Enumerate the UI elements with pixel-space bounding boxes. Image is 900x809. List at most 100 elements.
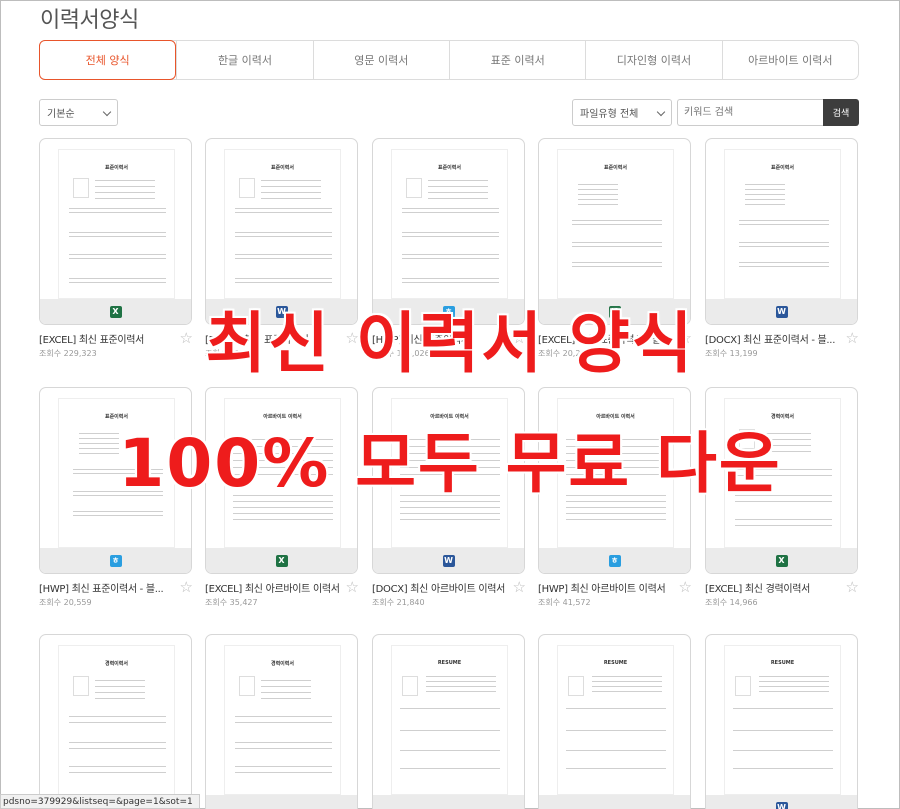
template-card[interactable]: 표준이력서 W [DOCX] 최신 표준이력서 - 블... ☆ 조회수 13,199 [705, 138, 859, 359]
template-card[interactable]: 아르바이트 이력서 ㅎ [HWP] 최신 아르바이트 이력서 ☆ 조회수 41,572 [538, 387, 692, 608]
document-preview: 아르바이트 이력서 [557, 398, 674, 548]
favorite-star-icon[interactable]: ☆ [513, 331, 526, 346]
search-button[interactable]: 검색 [823, 99, 859, 126]
favorite-star-icon[interactable]: ☆ [180, 331, 193, 346]
document-preview: 경력이력서 [58, 645, 175, 795]
template-thumbnail[interactable]: RESUME [538, 634, 691, 809]
document-preview-title: 경력이력서 [770, 414, 794, 420]
view-count: 조회수 13,199 [705, 348, 758, 358]
template-thumbnail[interactable]: 표준이력서 X [538, 138, 691, 325]
view-count: 조회수 115, [205, 348, 248, 358]
document-preview: RESUME [557, 645, 674, 795]
favorite-star-icon[interactable]: ☆ [679, 331, 692, 346]
template-card[interactable]: RESUME [372, 634, 525, 809]
favorite-star-icon[interactable]: ☆ [679, 580, 692, 595]
word-file-icon: W [275, 305, 288, 318]
excel-file-icon: X [109, 305, 122, 318]
category-tabs: 전체 양식 한글 이력서 영문 이력서 표준 이력서 디자인형 이력서 아르바이트 이력서 [39, 40, 859, 80]
template-title[interactable]: [DOCX] 최신 표준이력서 - 블... [705, 331, 841, 346]
template-thumbnail[interactable]: 표준이력서 X [39, 138, 192, 325]
document-preview: 표준이력서 [391, 149, 508, 299]
search-input[interactable] [677, 99, 824, 126]
document-preview-title: 표준이력서 [437, 165, 461, 171]
template-title[interactable]: [EXCEL] 최신 아르바이트 이력서 [205, 580, 341, 595]
view-count: 조회수 21,840 [372, 597, 425, 607]
template-thumbnail[interactable]: RESUME W [705, 634, 858, 809]
favorite-star-icon[interactable]: ☆ [346, 580, 359, 595]
excel-file-icon: X [275, 554, 288, 567]
filetype-bar: X [706, 548, 857, 573]
template-title[interactable]: [DOCX] 최신 표준이력서 [205, 331, 341, 346]
document-preview-title: 아르바이트 이력서 [430, 414, 469, 420]
document-preview: 아르바이트 이력서 [224, 398, 341, 548]
template-card[interactable]: RESUME W [705, 634, 858, 809]
document-preview-title: RESUME [603, 660, 628, 666]
view-count: 조회수 195,026 [372, 348, 430, 358]
view-count: 조회수 41,572 [538, 597, 591, 607]
favorite-star-icon[interactable]: ☆ [346, 331, 359, 346]
template-card[interactable]: 표준이력서 X [EXCEL] 최신 표준이력서 - 블 ☆ 조회수 20,294 [538, 138, 692, 359]
template-card[interactable]: 경력이력서 [205, 634, 358, 809]
template-title[interactable]: [HWP] 최신 표준이력서 [372, 331, 508, 346]
template-card[interactable]: 표준이력서 X [EXCEL] 최신 표준이력서 ☆ 조회수 229,323 [39, 138, 193, 359]
template-title[interactable]: [EXCEL] 최신 표준이력서 - 블 [538, 331, 674, 346]
document-preview: 표준이력서 [724, 149, 841, 299]
filetype-bar: W [706, 299, 857, 324]
tab-2[interactable]: 영문 이력서 [312, 41, 449, 79]
template-card[interactable]: 표준이력서 ㅎ [HWP] 최신 표준이력서 - 블... ☆ 조회수 20,559 [39, 387, 193, 608]
filetype-select[interactable]: 파일유형 전체 [572, 99, 672, 126]
document-preview-title: 표준이력서 [270, 165, 294, 171]
template-thumbnail[interactable]: 경력이력서 [39, 634, 192, 809]
tab-0[interactable]: 전체 양식 [39, 40, 177, 80]
template-title[interactable]: [DOCX] 최신 아르바이트 이력서 [372, 580, 508, 595]
favorite-star-icon[interactable]: ☆ [513, 580, 526, 595]
tab-5[interactable]: 아르바이트 이력서 [721, 41, 858, 79]
template-thumbnail[interactable]: 아르바이트 이력서 ㅎ [538, 387, 691, 574]
template-title[interactable]: [HWP] 최신 표준이력서 - 블... [39, 580, 175, 595]
template-card[interactable]: 경력이력서 [39, 634, 192, 809]
template-card[interactable]: RESUME [538, 634, 691, 809]
document-preview-title: 아르바이트 이력서 [596, 414, 635, 420]
document-preview-title: RESUME [437, 660, 462, 666]
template-card[interactable]: 표준이력서 W [DOCX] 최신 표준이력서 ☆ 조회수 115, [205, 138, 359, 359]
document-preview-title: 표준이력서 [104, 414, 128, 420]
template-thumbnail[interactable]: 표준이력서 ㅎ [372, 138, 525, 325]
document-preview: 표준이력서 [557, 149, 674, 299]
favorite-star-icon[interactable]: ☆ [846, 580, 859, 595]
template-thumbnail[interactable]: 표준이력서 W [205, 138, 358, 325]
template-thumbnail[interactable]: 경력이력서 [205, 634, 358, 809]
filetype-bar: ㅎ [373, 299, 524, 324]
template-card[interactable]: 경력이력서 X [EXCEL] 최신 경력이력서 ☆ 조회수 14,966 [705, 387, 859, 608]
template-title[interactable]: [EXCEL] 최신 경력이력서 [705, 580, 841, 595]
hwp-file-icon: ㅎ [442, 305, 455, 318]
word-file-icon: W [775, 801, 788, 809]
document-preview-title: RESUME [770, 660, 795, 666]
tab-1[interactable]: 한글 이력서 [176, 41, 312, 79]
template-card[interactable]: 아르바이트 이력서 W [DOCX] 최신 아르바이트 이력서 ☆ 조회수 21,840 [372, 387, 526, 608]
favorite-star-icon[interactable]: ☆ [180, 580, 193, 595]
document-preview: 아르바이트 이력서 [391, 398, 508, 548]
template-thumbnail[interactable]: 표준이력서 ㅎ [39, 387, 192, 574]
filetype-bar: X [40, 299, 191, 324]
sort-select-label: 기본순 [47, 109, 75, 120]
sort-select[interactable]: 기본순 [39, 99, 118, 126]
filetype-bar: X [539, 299, 690, 324]
template-title[interactable]: [EXCEL] 최신 표준이력서 [39, 331, 175, 346]
document-preview-title: 표준이력서 [770, 165, 794, 171]
filetype-bar: ㅎ [40, 548, 191, 573]
template-card[interactable]: 아르바이트 이력서 X [EXCEL] 최신 아르바이트 이력서 ☆ 조회수 35,42… [205, 387, 359, 608]
filetype-bar: ㅎ [539, 548, 690, 573]
template-thumbnail[interactable]: 경력이력서 X [705, 387, 858, 574]
template-title[interactable]: [HWP] 최신 아르바이트 이력서 [538, 580, 674, 595]
favorite-star-icon[interactable]: ☆ [846, 331, 859, 346]
page-title: 이력서양식 [40, 8, 139, 33]
tab-3[interactable]: 표준 이력서 [448, 41, 585, 79]
template-thumbnail[interactable]: 아르바이트 이력서 X [205, 387, 358, 574]
template-thumbnail[interactable]: 아르바이트 이력서 W [372, 387, 525, 574]
template-card[interactable]: 표준이력서 ㅎ [HWP] 최신 표준이력서 ☆ 조회수 195,026 [372, 138, 526, 359]
document-preview-title: 경력이력서 [270, 661, 294, 667]
filetype-bar: X [206, 548, 357, 573]
template-thumbnail[interactable]: RESUME [372, 634, 525, 809]
tab-4[interactable]: 디자인형 이력서 [585, 41, 721, 79]
template-thumbnail[interactable]: 표준이력서 W [705, 138, 858, 325]
